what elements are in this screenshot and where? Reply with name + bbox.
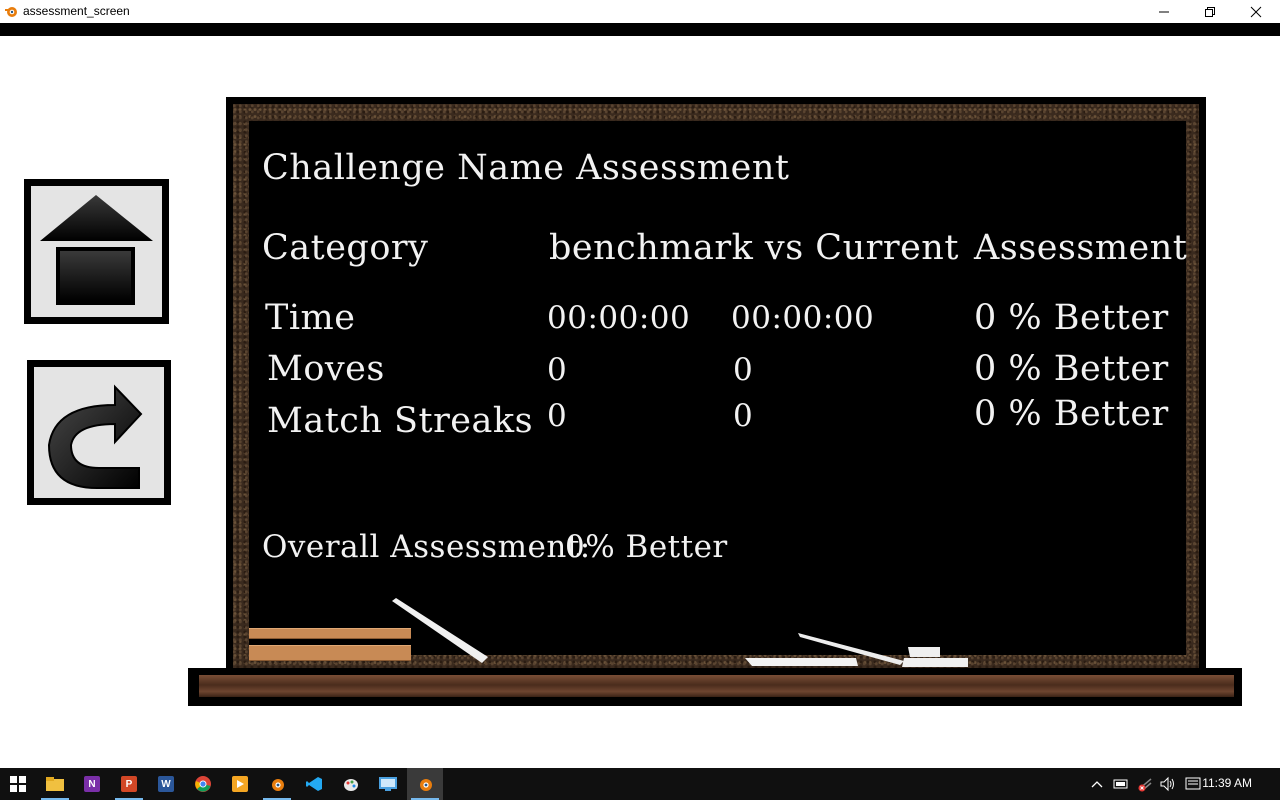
taskbar-powerpoint[interactable]: P: [111, 768, 147, 800]
window-titlebar: assessment_screen: [0, 0, 1280, 23]
row-moves-label: Moves: [267, 349, 385, 389]
word-icon: W: [158, 776, 174, 792]
taskbar-word[interactable]: W: [148, 768, 184, 800]
taskbar-onenote[interactable]: N: [74, 768, 110, 800]
paint-icon: [344, 779, 358, 791]
chrome-icon: [195, 776, 211, 792]
volume-icon[interactable]: [1160, 776, 1176, 792]
taskbar-paint[interactable]: [333, 768, 369, 800]
windows-start-icon: [10, 776, 26, 792]
window-title: assessment_screen: [23, 4, 130, 18]
header-assessment: Assessment: [974, 228, 1188, 268]
home-button[interactable]: [24, 179, 169, 324]
minimize-icon: [1159, 11, 1169, 12]
row-time-assessment: 0 % Better: [974, 298, 1169, 338]
windows-start-button[interactable]: [0, 768, 36, 800]
taskbar-blender[interactable]: [259, 768, 295, 800]
file-explorer-icon: [46, 777, 64, 791]
taskbar-remote-desktop[interactable]: [370, 768, 406, 800]
chevron-up-icon[interactable]: [1089, 776, 1105, 792]
row-time-label: Time: [265, 298, 356, 338]
page-title: Challenge Name Assessment: [262, 148, 790, 188]
chalk-sticks: [392, 598, 968, 667]
notifications-icon[interactable]: [1185, 776, 1201, 792]
blender-app-icon: [5, 7, 17, 17]
onenote-icon: N: [84, 776, 100, 792]
home-icon: [40, 195, 153, 305]
header-benchmark-vs-current: benchmark vs Current: [549, 228, 959, 268]
row-moves-benchmark: 0: [547, 352, 568, 388]
row-moves-current: 0: [733, 352, 754, 388]
header-category: Category: [262, 228, 429, 268]
taskbar-file-explorer[interactable]: [37, 768, 73, 800]
network-disconnected-icon[interactable]: [1137, 776, 1153, 792]
row-match-streaks-benchmark: 0: [547, 398, 568, 434]
taskbar-chrome[interactable]: [185, 768, 221, 800]
taskbar-media-player[interactable]: [222, 768, 258, 800]
overall-assessment-label: Overall Assessment:: [262, 529, 591, 565]
vscode-icon: [306, 777, 322, 791]
row-time-benchmark: 00:00:00: [547, 300, 691, 336]
taskbar-vscode[interactable]: [296, 768, 332, 800]
restore-button[interactable]: [1187, 0, 1233, 23]
retry-button[interactable]: [27, 360, 171, 505]
powerpoint-icon: P: [121, 776, 137, 792]
taskbar-clock[interactable]: 11:39 AM: [1202, 776, 1252, 790]
row-match-streaks-assessment: 0 % Better: [974, 394, 1169, 434]
minimize-button[interactable]: [1141, 0, 1187, 23]
restore-icon: [1205, 6, 1215, 17]
chalk-tray-wood: [199, 675, 1234, 697]
row-moves-assessment: 0 % Better: [974, 349, 1169, 389]
blender-icon: [272, 779, 284, 791]
media-player-icon: [232, 776, 248, 792]
redo-arrow-icon: [47, 384, 143, 489]
remote-desktop-icon: [379, 777, 397, 791]
overall-assessment-value: 0% Better: [565, 529, 728, 565]
blender-icon: [420, 779, 432, 791]
close-icon: [1250, 6, 1262, 17]
close-button[interactable]: [1233, 0, 1279, 23]
row-match-streaks-label: Match Streaks: [267, 401, 534, 441]
row-time-current: 00:00:00: [731, 300, 875, 336]
header-strip: [0, 23, 1280, 36]
battery-icon[interactable]: [1113, 776, 1129, 792]
taskbar: N P W 11:39 AM: [0, 768, 1280, 800]
taskbar-blender-active[interactable]: [407, 768, 443, 800]
row-match-streaks-current: 0: [733, 398, 754, 434]
